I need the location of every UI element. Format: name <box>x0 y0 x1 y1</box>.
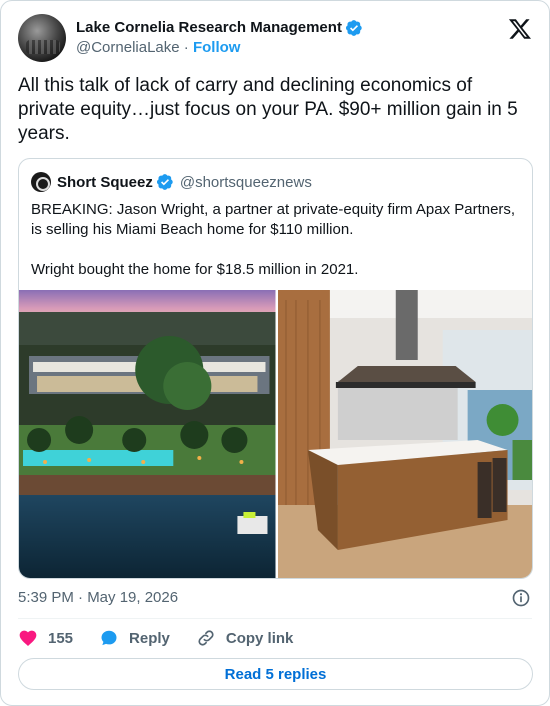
kitchen-photo[interactable] <box>277 290 532 578</box>
timestamp[interactable]: 5:39 PM · May 19, 2026 <box>18 589 178 606</box>
author-handle-row: @CorneliaLake · Follow <box>76 38 363 58</box>
like-count: 155 <box>48 629 74 647</box>
tweet-text: All this talk of lack of carry and decli… <box>18 75 518 144</box>
quoted-text: BREAKING: Jason Wright, a partner at pri… <box>31 201 516 278</box>
copy-link-label: Copy link <box>225 629 294 647</box>
author-name[interactable]: Lake Cornelia Research Management <box>76 18 342 38</box>
verified-badge-icon <box>156 174 173 190</box>
reply-bubble-icon <box>101 630 117 646</box>
tweet-header: Lake Cornelia Research Management @Corne… <box>18 13 532 63</box>
quoted-avatar <box>31 172 51 192</box>
heart-icon <box>19 630 37 646</box>
reply-label: Reply <box>129 629 170 647</box>
like-button[interactable]: 155 <box>18 628 73 648</box>
x-logo-icon[interactable] <box>508 17 532 41</box>
read-replies-button[interactable]: Read 5 replies <box>18 658 533 690</box>
author-name-row: Lake Cornelia Research Management <box>76 18 363 38</box>
aerial-house-photo[interactable] <box>19 290 276 578</box>
quoted-header: Short Squeez @shortsqueeznews <box>31 172 312 192</box>
quoted-name: Short Squeez <box>57 173 153 191</box>
divider <box>18 618 532 619</box>
handle-separator: · <box>183 39 189 56</box>
quoted-tweet[interactable]: Short Squeez @shortsqueeznews BREAKING: … <box>18 158 533 579</box>
link-icon <box>198 630 214 646</box>
tweet-embed-card: Lake Cornelia Research Management @Corne… <box>0 0 550 706</box>
quoted-media <box>19 290 532 578</box>
info-icon[interactable] <box>511 588 531 608</box>
copy-link-button[interactable]: Copy link <box>196 628 294 648</box>
author-handle[interactable]: @CorneliaLake <box>76 39 180 56</box>
author-names: Lake Cornelia Research Management @Corne… <box>76 18 363 58</box>
tweet-actions: 155 Reply Copy link <box>18 627 319 649</box>
reply-button[interactable]: Reply <box>99 628 170 648</box>
follow-button[interactable]: Follow <box>193 39 241 56</box>
verified-badge-icon <box>345 20 362 36</box>
quoted-handle: @shortsqueeznews <box>179 173 312 191</box>
author-avatar[interactable] <box>18 14 66 62</box>
